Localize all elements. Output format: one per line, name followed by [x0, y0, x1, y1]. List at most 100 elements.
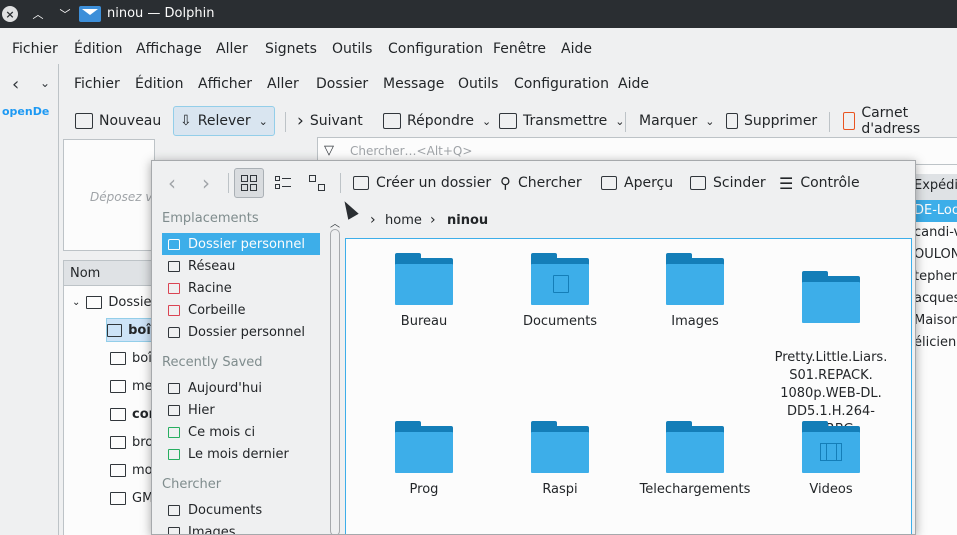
menu-aide[interactable]: Aide: [561, 41, 592, 57]
recent-last-month[interactable]: Le mois dernier: [162, 443, 320, 465]
search-section-header: Chercher: [162, 477, 222, 492]
create-folder-button[interactable]: Créer un dossier: [353, 172, 491, 194]
place-root[interactable]: Racine: [162, 277, 320, 299]
menu-edition[interactable]: Édition: [74, 41, 122, 57]
search-icon: ⚲: [500, 174, 511, 192]
menu-fenetre[interactable]: Fenêtre: [493, 41, 546, 57]
message-row[interactable]: acques F: [914, 288, 957, 310]
folder-item[interactable]: Prog: [359, 421, 489, 499]
tb-menu-edition[interactable]: Édition: [135, 76, 183, 92]
message-row[interactable]: candi-vi: [914, 222, 957, 244]
details-view-button[interactable]: [302, 168, 332, 198]
menu-configuration[interactable]: Configuration: [388, 41, 483, 57]
place-trash[interactable]: Corbeille: [162, 299, 320, 321]
file-dialog: ‹ › Créer un dossier ⚲ Chercher Aperçu S…: [151, 160, 916, 535]
message-row[interactable]: élicien F: [914, 332, 957, 354]
places-scrollbar[interactable]: ︿: [329, 215, 341, 534]
folder-item[interactable]: GM: [110, 486, 153, 510]
tb-menu-fichier[interactable]: Fichier: [74, 76, 120, 92]
folder-item[interactable]: Images: [630, 253, 760, 331]
forward-button[interactable]: Transmettre ⌄: [497, 106, 627, 136]
folder-label: Images: [671, 314, 719, 329]
menu-fichier[interactable]: Fichier: [12, 41, 58, 57]
folder-item[interactable]: Telechargements: [630, 421, 760, 499]
tb-menu-aller[interactable]: Aller: [267, 76, 299, 92]
reply-mail-icon: [383, 113, 401, 129]
message-row[interactable]: OULON: [914, 244, 957, 266]
icons-view-button[interactable]: [234, 168, 264, 198]
menu-outils[interactable]: Outils: [332, 41, 372, 57]
breadcrumb-separator: ›: [370, 212, 376, 228]
recent-today[interactable]: Aujourd'hui: [162, 377, 320, 399]
menu-affichage[interactable]: Affichage: [136, 41, 202, 57]
window-title: ninou — Dolphin: [107, 6, 215, 21]
folder-item[interactable]: cor: [110, 402, 155, 426]
addressbook-button[interactable]: Carnet d'adress: [841, 105, 957, 137]
tb-menu-outils[interactable]: Outils: [458, 76, 498, 92]
folder-item[interactable]: Bureau: [359, 253, 489, 331]
drafts-icon: [110, 435, 126, 449]
control-menu-button[interactable]: ☰ Contrôle: [779, 172, 860, 194]
split-button[interactable]: Scinder: [690, 172, 766, 194]
place-home[interactable]: Dossier personnel: [162, 233, 320, 255]
folder-item[interactable]: bro: [110, 430, 153, 454]
sender-column-header[interactable]: Expédite: [914, 174, 957, 200]
search-button[interactable]: ⚲ Chercher: [500, 172, 582, 194]
chevron-down-icon[interactable]: ⌄: [615, 115, 624, 128]
message-row[interactable]: Maison C: [914, 310, 957, 332]
address-book-icon: [843, 112, 856, 130]
keep-above-icon[interactable]: ︿: [29, 5, 47, 23]
chevron-down-icon: ⌄: [72, 296, 81, 308]
place-home-2[interactable]: Dossier personnel: [162, 321, 320, 343]
tb-menu-message[interactable]: Message: [383, 76, 444, 92]
folder-item[interactable]: mo: [110, 458, 153, 482]
menu-aller[interactable]: Aller: [216, 41, 248, 57]
recent-yesterday[interactable]: Hier: [162, 399, 320, 421]
chevron-down-icon[interactable]: ⌄: [482, 115, 491, 128]
breadcrumb-home[interactable]: home: [385, 213, 422, 228]
scrollbar-thumb[interactable]: [330, 229, 340, 534]
message-row[interactable]: tephen: [914, 266, 957, 288]
new-message-button[interactable]: Nouveau: [73, 106, 163, 136]
tb-menu-configuration[interactable]: Configuration: [514, 76, 609, 92]
chevron-down-icon[interactable]: ⌄: [40, 76, 50, 90]
folder-item[interactable]: boît: [110, 346, 157, 370]
fetch-mail-button[interactable]: ⇩ Relever ⌄: [173, 106, 275, 136]
next-button[interactable]: › Suivant: [295, 106, 365, 136]
breadcrumb-ninou[interactable]: ninou: [447, 213, 488, 228]
chevron-down-icon[interactable]: ⌄: [259, 115, 268, 128]
folder-item[interactable]: Videos: [766, 421, 896, 499]
preview-button[interactable]: Aperçu: [601, 172, 673, 194]
mark-button[interactable]: Marquer ⌄: [637, 106, 717, 136]
tb-menu-afficher[interactable]: Afficher: [198, 76, 252, 92]
folder-item[interactable]: Documents: [495, 253, 625, 331]
recent-this-month[interactable]: Ce mois ci: [162, 421, 320, 443]
forward-icon[interactable]: ›: [202, 171, 210, 195]
place-label: Ce mois ci: [188, 424, 256, 440]
close-icon[interactable]: ×: [2, 6, 18, 22]
back-icon[interactable]: ‹: [12, 74, 19, 95]
trash-icon: [726, 113, 738, 129]
dolphin-nav-strip: ‹ ⌄ openDe: [0, 64, 58, 535]
folder-item[interactable]: Raspi: [495, 421, 625, 499]
back-icon[interactable]: ‹: [168, 171, 176, 195]
chevron-up-icon[interactable]: ︿: [330, 215, 340, 230]
folder-item[interactable]: ⌄ Dossie: [72, 290, 152, 314]
tb-menu-dossier[interactable]: Dossier: [316, 76, 368, 92]
folder-label: Dossie: [108, 294, 152, 310]
delete-button[interactable]: Supprimer: [724, 106, 819, 136]
compact-view-button[interactable]: [268, 168, 298, 198]
drop-zone[interactable]: Déposez vo: [63, 139, 160, 251]
place-label: Le mois dernier: [188, 446, 289, 462]
tb-menu-aide[interactable]: Aide: [618, 76, 649, 92]
search-images[interactable]: Images: [162, 521, 320, 534]
keep-below-icon[interactable]: ﹀: [56, 5, 74, 23]
message-row[interactable]: DE-Look: [914, 200, 957, 222]
chevron-down-icon[interactable]: ⌄: [705, 115, 714, 128]
folder-label: Documents: [522, 314, 598, 329]
search-documents[interactable]: Documents: [162, 499, 320, 521]
folder-column-header[interactable]: Nom: [63, 260, 155, 286]
menu-signets[interactable]: Signets: [265, 41, 317, 57]
reply-button[interactable]: Répondre ⌄: [381, 106, 493, 136]
place-network[interactable]: Réseau: [162, 255, 320, 277]
